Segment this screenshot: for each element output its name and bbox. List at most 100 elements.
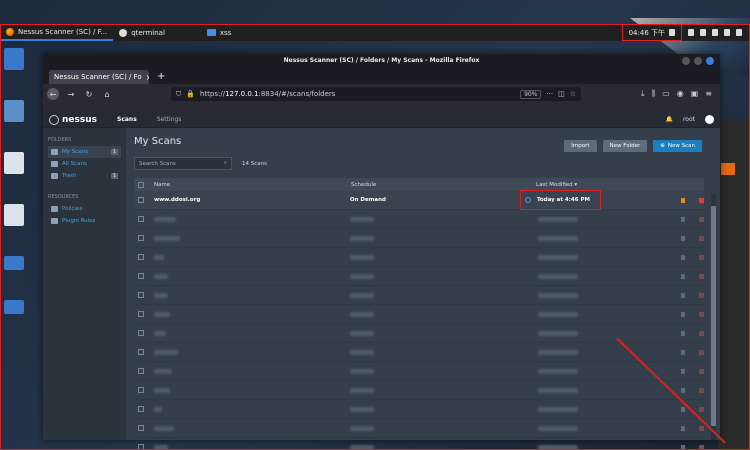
import-button[interactable]: Import	[564, 140, 597, 152]
row-checkbox[interactable]	[138, 216, 144, 222]
tab-nessus[interactable]: Nessus Scanner (SC) / Fo ×	[49, 70, 149, 84]
row-checkbox[interactable]	[138, 292, 144, 298]
table-row[interactable]	[134, 229, 704, 248]
scrollbar[interactable]	[711, 194, 716, 440]
table-row[interactable]	[134, 362, 704, 381]
taskbar-item-folder[interactable]: xss	[201, 24, 237, 41]
lock-icon[interactable]: 🔒	[186, 90, 195, 98]
forward-button[interactable]: →	[65, 88, 77, 100]
row-checkbox[interactable]	[138, 368, 144, 374]
notification-icon[interactable]	[700, 29, 706, 36]
table-row[interactable]	[134, 305, 704, 324]
table-row[interactable]: www.ddosi.org On Demand Today at 4:46 PM	[134, 190, 704, 210]
play-icon[interactable]	[681, 311, 685, 317]
home-button[interactable]: ⌂	[101, 88, 113, 100]
table-row[interactable]	[134, 419, 704, 438]
play-icon[interactable]	[681, 292, 685, 298]
nessus-logo[interactable]: nessus	[49, 114, 97, 125]
table-row[interactable]	[134, 438, 704, 450]
lock-icon[interactable]	[724, 29, 730, 36]
scan-name[interactable]: www.ddosi.org	[154, 197, 350, 203]
delete-icon[interactable]	[699, 292, 704, 298]
delete-icon[interactable]	[699, 254, 704, 260]
table-row[interactable]	[134, 343, 704, 362]
sidebar-item-policies[interactable]: Policies	[48, 203, 121, 215]
row-checkbox[interactable]	[138, 425, 144, 431]
delete-icon[interactable]	[699, 311, 704, 317]
bookmark-star-icon[interactable]: ☆	[570, 90, 576, 98]
delete-icon[interactable]	[699, 387, 704, 393]
pocket-icon[interactable]: ◫	[558, 90, 565, 98]
desktop-document-icon[interactable]	[4, 204, 24, 226]
delete-icon[interactable]	[699, 216, 704, 222]
sidebar-item-plugin-rules[interactable]: Plugin Rules	[48, 215, 121, 227]
avatar[interactable]	[705, 115, 714, 124]
play-icon[interactable]	[681, 425, 685, 431]
table-row[interactable]	[134, 267, 704, 286]
library-icon[interactable]: ⫼	[652, 89, 656, 99]
play-icon[interactable]	[681, 216, 685, 222]
back-button[interactable]: ←	[47, 88, 59, 100]
row-checkbox[interactable]	[138, 235, 144, 241]
delete-icon[interactable]	[699, 368, 704, 374]
page-actions-icon[interactable]: ···	[546, 90, 553, 98]
close-tab-icon[interactable]: ×	[146, 73, 149, 82]
row-checkbox[interactable]	[138, 254, 144, 260]
row-checkbox[interactable]	[138, 273, 144, 279]
volume-icon[interactable]	[688, 29, 694, 36]
play-icon[interactable]	[681, 444, 685, 450]
sidebar-item-trash[interactable]: Trash 1	[48, 170, 121, 182]
table-row[interactable]	[134, 248, 704, 267]
maximize-button[interactable]	[694, 57, 702, 65]
bell-icon[interactable]: 🔔	[665, 116, 672, 123]
row-checkbox[interactable]	[138, 406, 144, 412]
delete-icon[interactable]	[699, 235, 704, 241]
play-icon[interactable]	[681, 406, 685, 412]
row-checkbox[interactable]	[138, 349, 144, 355]
nav-scans[interactable]: Scans	[117, 116, 137, 123]
account-icon[interactable]: ◉	[677, 89, 684, 99]
shield-icon[interactable]: ⛉	[176, 90, 181, 99]
row-checkbox[interactable]	[138, 444, 144, 450]
column-schedule[interactable]: Schedule	[351, 182, 536, 188]
desktop-document-icon[interactable]	[4, 152, 24, 174]
play-icon[interactable]	[681, 273, 685, 279]
sidebar-item-my-scans[interactable]: My Scans 1	[48, 146, 121, 158]
url-bar[interactable]: ⛉ 🔒 https://127.0.0.1:8834/#/scans/folde…	[171, 87, 581, 101]
taskbar-item-firefox[interactable]: Nessus Scanner (SC) / F...	[0, 24, 114, 41]
play-icon[interactable]	[681, 368, 685, 374]
scrollbar-thumb[interactable]	[711, 206, 716, 426]
row-checkbox[interactable]	[138, 197, 144, 203]
taskbar-item-terminal[interactable]: qterminal	[113, 24, 171, 41]
downloads-icon[interactable]: ⤓	[641, 89, 645, 99]
row-checkbox[interactable]	[138, 387, 144, 393]
play-icon[interactable]	[681, 387, 685, 393]
zoom-level[interactable]: 90%	[520, 89, 542, 99]
reload-button[interactable]: ↻	[83, 88, 95, 100]
minimize-button[interactable]	[682, 57, 690, 65]
row-checkbox[interactable]	[138, 330, 144, 336]
username[interactable]: root	[683, 116, 695, 123]
row-checkbox[interactable]	[138, 311, 144, 317]
pause-icon[interactable]	[681, 197, 685, 203]
delete-icon[interactable]	[699, 349, 704, 355]
stop-icon[interactable]	[699, 197, 704, 203]
table-row[interactable]	[134, 286, 704, 305]
new-scan-button[interactable]: ⊕ New Scan	[653, 140, 702, 152]
table-row[interactable]	[134, 210, 704, 229]
extension-icon[interactable]: ▣	[691, 89, 699, 99]
sidebar-item-all-scans[interactable]: All Scans	[48, 158, 121, 170]
play-icon[interactable]	[681, 235, 685, 241]
new-folder-button[interactable]: New Folder	[602, 140, 648, 152]
select-all-checkbox[interactable]	[138, 181, 144, 188]
close-button[interactable]	[706, 57, 714, 65]
table-row[interactable]	[134, 381, 704, 400]
power-icon[interactable]	[736, 29, 742, 36]
clock-highlight[interactable]: 04:46 下午	[621, 24, 682, 41]
column-last-modified[interactable]: Last Modified ▾	[536, 182, 684, 188]
delete-icon[interactable]	[699, 330, 704, 336]
menu-icon[interactable]: ≡	[705, 89, 712, 99]
sidebar-icon[interactable]: ▭	[662, 89, 670, 99]
nav-settings[interactable]: Settings	[157, 116, 182, 123]
delete-icon[interactable]	[699, 406, 704, 412]
